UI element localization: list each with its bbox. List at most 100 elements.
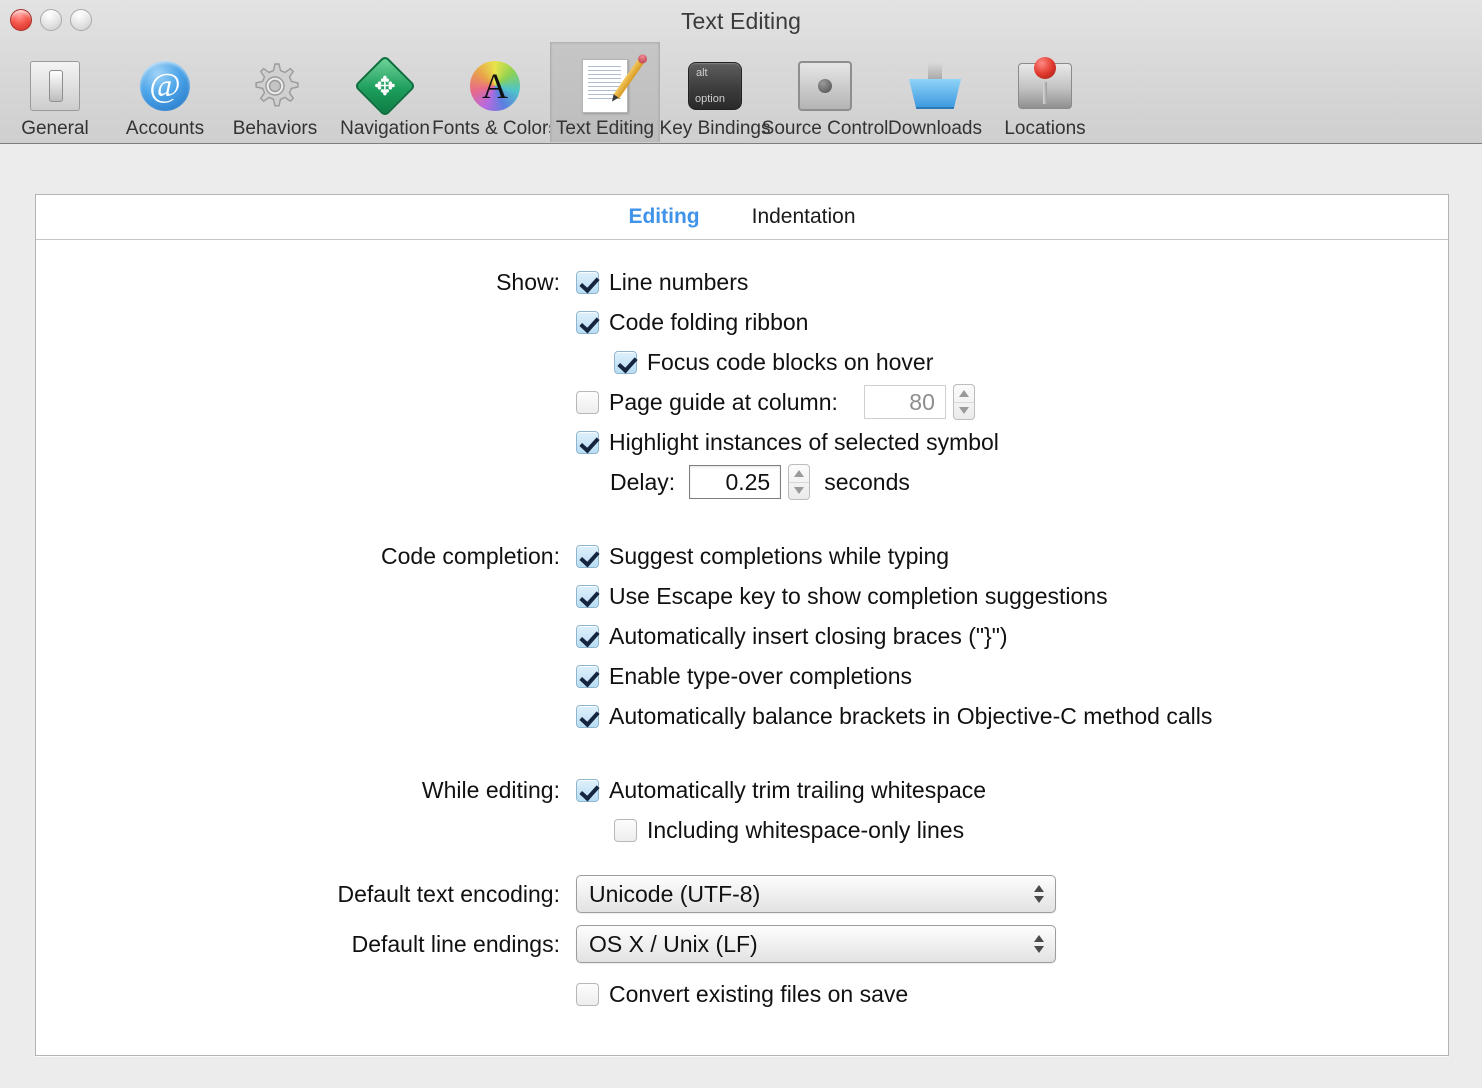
chevron-updown-icon	[1034, 885, 1044, 903]
checkbox-highlight-instances[interactable]	[576, 430, 599, 454]
checkbox-including-whitespace-only-label: Including whitespace-only lines	[647, 816, 965, 843]
checkbox-escape-key-completions-label: Use Escape key to show completion sugges…	[609, 582, 1108, 609]
delay-stepper[interactable]	[788, 464, 811, 500]
at-sign-icon: @	[136, 57, 194, 115]
toggle-switch-icon	[26, 57, 84, 115]
checkbox-including-whitespace-only[interactable]	[614, 818, 637, 842]
checkbox-insert-closing-braces-label: Automatically insert closing braces ("}"…	[609, 622, 1008, 649]
checkbox-balance-brackets[interactable]	[576, 704, 599, 728]
row-page-guide: Page guide at column: 80	[36, 382, 1448, 422]
while-editing-section-label: While editing:	[421, 776, 560, 803]
toolbar-item-behaviors[interactable]: Behaviors	[220, 42, 330, 142]
close-window-button[interactable]	[10, 9, 32, 31]
page-guide-column-stepper[interactable]	[952, 384, 975, 420]
checkbox-suggest-completions[interactable]	[576, 544, 599, 568]
page-guide-column-input[interactable]: 80	[863, 385, 946, 419]
row-type-over-completions: Enable type-over completions	[36, 656, 1448, 696]
toolbar-item-key-bindings[interactable]: alt option Key Bindings	[660, 42, 770, 142]
editing-form: Show: Line numbers Code folding ribbon F…	[36, 240, 1448, 1014]
toolbar-item-label: General	[21, 118, 89, 139]
toolbar-item-label: Text Editing	[555, 118, 655, 139]
default-text-encoding-value: Unicode (UTF-8)	[589, 880, 761, 907]
window-title: Text Editing	[680, 8, 802, 34]
checkbox-highlight-instances-label: Highlight instances of selected symbol	[609, 428, 999, 455]
toolbar-item-label: Behaviors	[232, 118, 318, 139]
color-wheel-a-icon: A	[466, 57, 524, 115]
toolbar-item-label: Key Bindings	[659, 118, 771, 139]
toolbar-item-fonts-colors[interactable]: A Fonts & Colors	[432, 42, 558, 142]
row-highlight-instances: Highlight instances of selected symbol	[36, 422, 1448, 462]
default-text-encoding-select[interactable]: Unicode (UTF-8)	[576, 875, 1056, 913]
window-toolbar: Text Editing General @ Accounts Behavior…	[0, 0, 1482, 144]
row-default-text-encoding: Default text encoding: Unicode (UTF-8)	[36, 874, 1448, 914]
delay-label: Delay:	[610, 468, 676, 495]
window-traffic-lights	[10, 9, 92, 31]
checkbox-code-folding-ribbon-label: Code folding ribbon	[609, 308, 809, 335]
option-key-top-label: alt	[696, 67, 708, 79]
minimize-window-button[interactable]	[40, 9, 62, 31]
toolbar-item-source-control[interactable]: Source Control	[762, 42, 888, 142]
tab-indentation[interactable]: Indentation	[752, 205, 856, 229]
checkbox-focus-code-blocks-label: Focus code blocks on hover	[647, 348, 934, 375]
code-completion-section-label: Code completion:	[381, 542, 560, 569]
checkbox-line-numbers[interactable]	[576, 270, 599, 294]
hard-drive-icon	[1016, 57, 1074, 115]
toolbar-item-label: Locations	[1004, 118, 1086, 139]
at-sign-glyph: @	[140, 61, 190, 111]
safe-icon	[796, 57, 854, 115]
show-section-label: Show:	[496, 268, 560, 295]
row-delay: Delay: 0.25 seconds	[36, 462, 1448, 502]
checkbox-insert-closing-braces[interactable]	[576, 624, 599, 648]
row-insert-closing-braces: Automatically insert closing braces ("}"…	[36, 616, 1448, 656]
option-key-bottom-label: option	[695, 93, 725, 105]
row-default-line-endings: Default line endings: OS X / Unix (LF)	[36, 924, 1448, 964]
fonts-glyph: A	[482, 66, 508, 106]
tab-editing[interactable]: Editing	[628, 205, 699, 229]
delay-input[interactable]: 0.25	[689, 465, 782, 499]
toolbar-item-downloads[interactable]: Downloads	[880, 42, 990, 142]
checkbox-escape-key-completions[interactable]	[576, 584, 599, 608]
checkbox-code-folding-ribbon[interactable]	[576, 310, 599, 334]
row-code-folding-ribbon: Code folding ribbon	[36, 302, 1448, 342]
checkbox-type-over-completions[interactable]	[576, 664, 599, 688]
default-line-endings-select[interactable]: OS X / Unix (LF)	[576, 925, 1056, 963]
toolbar-item-label: Source Control	[761, 118, 889, 139]
download-tray-icon	[906, 57, 964, 115]
row-including-whitespace-only: Including whitespace-only lines	[36, 810, 1448, 850]
row-balance-brackets: Automatically balance brackets in Object…	[36, 696, 1448, 736]
checkbox-page-guide[interactable]	[576, 390, 599, 414]
toolbar-item-locations[interactable]: Locations	[990, 42, 1100, 142]
row-trim-whitespace: While editing: Automatically trim traili…	[36, 770, 1448, 810]
move-arrows-glyph: ✥	[374, 70, 396, 101]
toolbar-item-text-editing[interactable]: Text Editing	[550, 42, 660, 142]
checkbox-trim-whitespace-label: Automatically trim trailing whitespace	[609, 776, 987, 803]
move-arrows-icon: ✥	[353, 54, 417, 118]
preferences-window: Text Editing General @ Accounts Behavior…	[0, 0, 1482, 1088]
checkbox-type-over-completions-label: Enable type-over completions	[609, 662, 912, 689]
checkbox-convert-on-save[interactable]	[576, 982, 599, 1006]
chevron-updown-icon	[1034, 935, 1044, 953]
toolbar-item-navigation[interactable]: ✥ Navigation	[330, 42, 440, 142]
toolbar-item-general[interactable]: General	[0, 42, 110, 142]
row-show-line-numbers: Show: Line numbers	[36, 262, 1448, 302]
stepper-down[interactable]	[789, 483, 809, 500]
toolbar-item-label: Accounts	[125, 118, 205, 139]
document-pencil-icon	[576, 57, 644, 115]
checkbox-line-numbers-label: Line numbers	[609, 268, 749, 295]
row-escape-key-completions: Use Escape key to show completion sugges…	[36, 576, 1448, 616]
default-line-endings-label: Default line endings:	[351, 930, 560, 957]
toolbar-item-label: Navigation	[340, 118, 430, 139]
stepper-up[interactable]	[953, 385, 974, 403]
checkbox-suggest-completions-label: Suggest completions while typing	[609, 542, 950, 569]
toolbar-item-accounts[interactable]: @ Accounts	[110, 42, 220, 142]
zoom-window-button[interactable]	[70, 9, 92, 31]
option-key-icon: alt option	[686, 57, 744, 115]
toolbar-item-label: Downloads	[888, 118, 982, 139]
stepper-up[interactable]	[789, 465, 810, 483]
stepper-down[interactable]	[954, 403, 974, 420]
checkbox-balance-brackets-label: Automatically balance brackets in Object…	[609, 702, 1213, 729]
checkbox-trim-whitespace[interactable]	[576, 778, 599, 802]
default-text-encoding-label: Default text encoding:	[337, 880, 560, 907]
checkbox-focus-code-blocks[interactable]	[614, 350, 637, 374]
default-line-endings-value: OS X / Unix (LF)	[589, 930, 758, 957]
